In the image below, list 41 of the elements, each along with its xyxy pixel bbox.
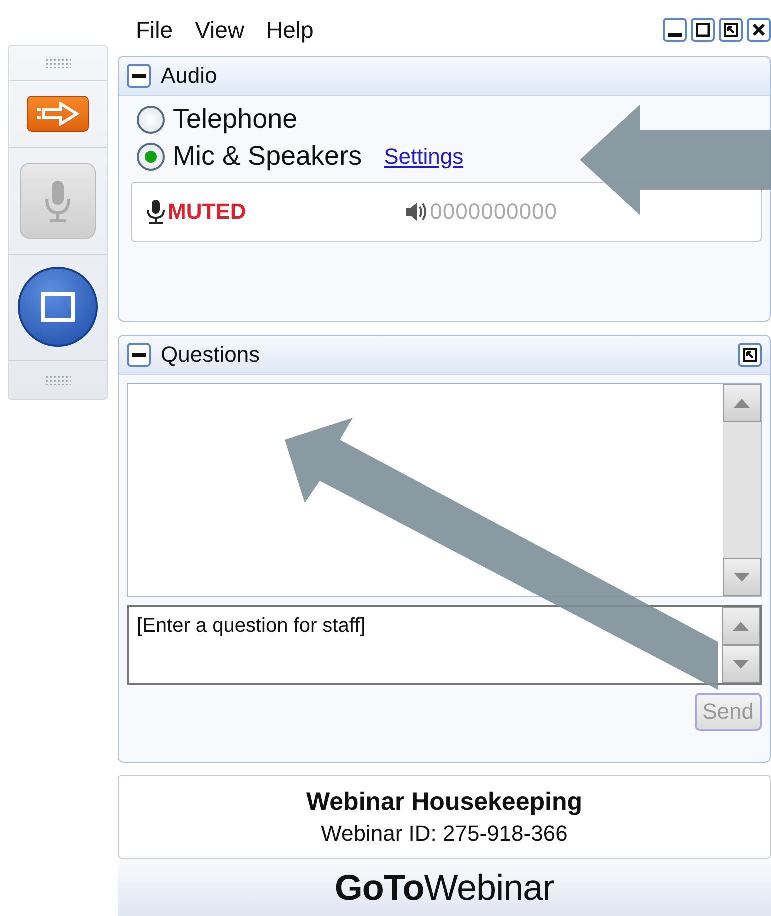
close-icon [752, 23, 766, 37]
speaker-icon [404, 201, 428, 223]
menu-item[interactable]: Help [266, 16, 314, 44]
panel-title: Audio [161, 63, 218, 89]
radio-label[interactable]: Telephone [173, 104, 298, 135]
grip-handle[interactable] [45, 58, 71, 68]
collapse-button[interactable] [127, 64, 151, 88]
minimize-icon [668, 33, 682, 37]
scroll-up-button[interactable] [723, 384, 761, 422]
radio-label[interactable]: Mic & Speakers [173, 141, 362, 172]
restore-icon [743, 348, 757, 362]
close-button[interactable] [747, 18, 771, 42]
microphone-icon [146, 199, 166, 225]
panel-title: Questions [161, 342, 260, 368]
logo: GoToWebinar [334, 866, 554, 908]
maximize-icon [696, 23, 710, 37]
menu-item[interactable]: File [136, 16, 174, 44]
arrow-button[interactable] [27, 96, 89, 132]
radio-button[interactable] [137, 142, 165, 170]
menu-item[interactable]: View [195, 16, 244, 44]
webinar-id: Webinar ID: 275-918-366 [321, 820, 568, 846]
settings-link[interactable]: Settings [384, 144, 464, 170]
up-arrow-icon [734, 398, 750, 408]
minus-icon [132, 74, 146, 78]
collapse-button[interactable] [127, 343, 151, 367]
square-icon [41, 292, 75, 322]
maximize-button[interactable] [691, 18, 715, 42]
scroll-down-button[interactable] [723, 558, 761, 596]
restore-icon [724, 23, 738, 37]
radio-button[interactable] [137, 106, 165, 134]
scrollbar[interactable] [723, 384, 761, 596]
speaker-level: 0000000000 [430, 199, 558, 225]
restore-button[interactable] [719, 18, 743, 42]
webinar-title: Webinar Housekeeping [306, 788, 582, 816]
arrow-icon [35, 102, 81, 126]
minimize-button[interactable] [663, 18, 687, 42]
microphone-icon [44, 179, 72, 224]
mic-status: MUTED [168, 199, 246, 225]
down-arrow-icon [734, 572, 750, 582]
popout-button[interactable] [738, 343, 762, 367]
minus-icon [132, 353, 146, 357]
